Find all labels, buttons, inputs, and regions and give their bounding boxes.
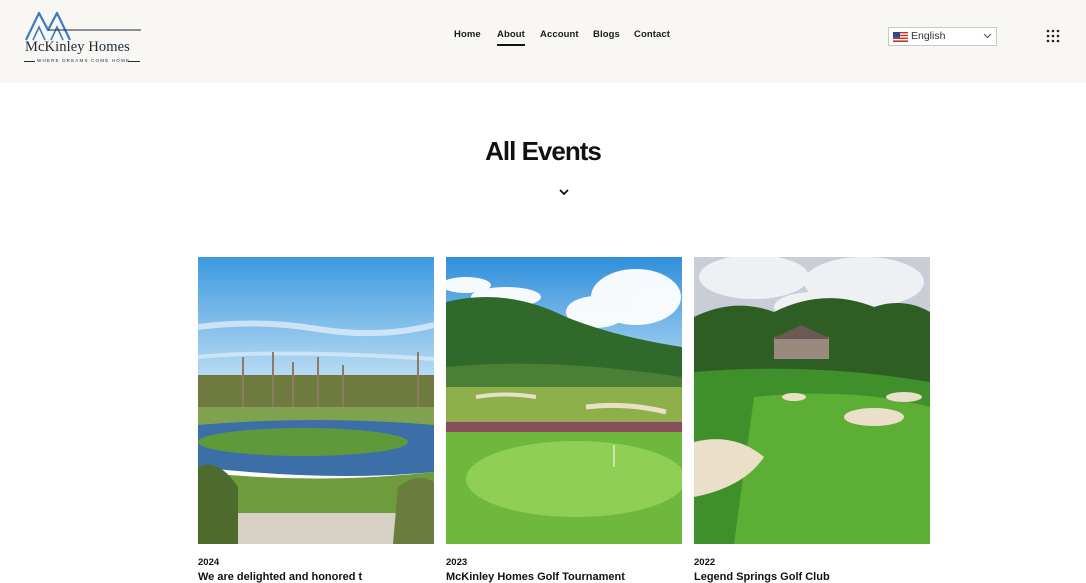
nav-contact[interactable]: Contact <box>634 29 670 40</box>
nav-home[interactable]: Home <box>454 29 481 40</box>
page-title: All Events <box>485 136 602 166</box>
chevron-down-icon <box>983 33 992 39</box>
golf-course-bunkers-image[interactable] <box>694 257 930 544</box>
logo-divider <box>24 61 35 62</box>
language-select[interactable]: English <box>888 27 997 46</box>
language-label: English <box>911 30 946 42</box>
chevron-down-icon[interactable] <box>558 188 570 196</box>
nav-account[interactable]: Account <box>540 29 579 40</box>
us-flag-icon <box>893 32 908 42</box>
event-year: 2023 <box>446 557 468 568</box>
logo-divider <box>128 61 140 62</box>
golf-course-mountain-image[interactable] <box>446 257 682 544</box>
nav-about[interactable]: About <box>497 29 525 46</box>
nav-blogs[interactable]: Blogs <box>593 29 620 40</box>
grid-menu-icon[interactable] <box>1046 29 1060 43</box>
golf-course-lake-image[interactable] <box>198 257 434 544</box>
event-year: 2022 <box>694 557 716 568</box>
event-year: 2024 <box>198 557 220 568</box>
event-title[interactable]: We are delighted and honored t <box>198 571 438 583</box>
event-title[interactable]: Legend Springs Golf Club <box>694 571 934 583</box>
site-header: McKinley Homes WHERE DREAMS COME HOME Ho… <box>0 0 1086 83</box>
event-title[interactable]: McKinley Homes Golf Tournament <box>446 571 686 583</box>
logo-tagline: WHERE DREAMS COME HOME <box>37 58 131 63</box>
